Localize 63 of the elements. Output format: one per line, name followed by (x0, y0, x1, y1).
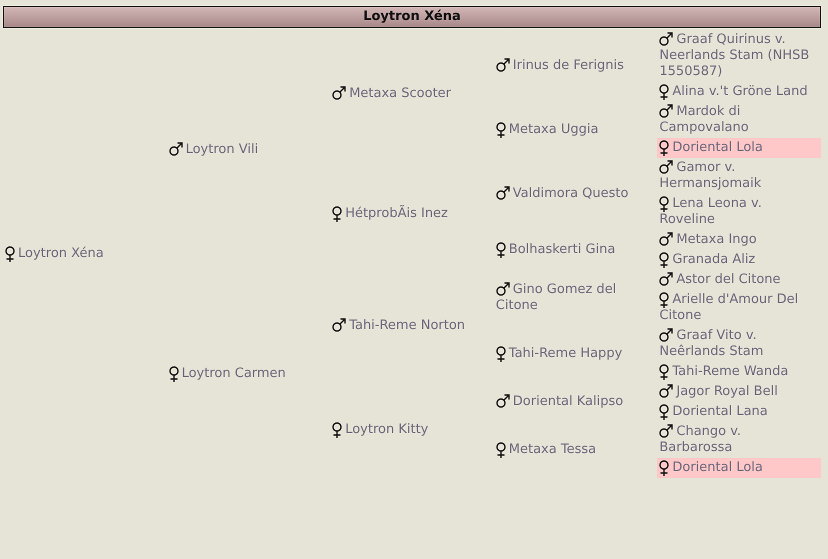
male-icon (659, 328, 674, 342)
female-icon (659, 196, 670, 212)
dog-name[interactable]: Loytron Carmen (168, 366, 322, 382)
dog-name[interactable]: Graaf Quirinus v. Neerlands Stam (NHSB 1550587) (659, 32, 813, 80)
dog-name[interactable]: Gamor v. Hermansjomaik (659, 160, 813, 192)
dog-name[interactable]: Tahi-Reme Happy (496, 346, 650, 362)
dog-name[interactable]: Loytron Kitty (332, 422, 486, 438)
male-icon (659, 32, 674, 46)
dog-name[interactable]: Lena Leona v. Roveline (659, 196, 813, 228)
female-icon (496, 346, 506, 362)
dog-name[interactable]: Gino Gomez del Citone (496, 282, 650, 314)
male-icon (659, 160, 674, 174)
male-icon (496, 394, 510, 408)
male-icon (659, 232, 674, 246)
dog-name[interactable]: Mardok di Campovalano (659, 104, 813, 136)
male-icon (496, 186, 510, 200)
female-icon (659, 364, 670, 380)
male-icon (659, 104, 674, 118)
dog-name[interactable]: Doriental Kalipso (496, 394, 650, 410)
dog-name[interactable]: Doriental Lola (659, 140, 819, 156)
dog-name[interactable]: Tahi-Reme Norton (332, 318, 486, 334)
female-icon (496, 442, 506, 458)
female-icon (659, 404, 670, 420)
dog-name[interactable]: Metaxa Uggia (496, 122, 650, 138)
dog-name[interactable]: Loytron Vili (168, 142, 322, 158)
female-icon (659, 140, 670, 156)
dog-name[interactable]: Doriental Lola (659, 460, 819, 476)
dog-name[interactable]: Alina v.'t Gröne Land (659, 84, 813, 100)
female-icon (659, 292, 670, 308)
male-icon (496, 282, 510, 296)
dog-name[interactable]: Doriental Lana (659, 404, 813, 420)
female-icon (168, 366, 179, 382)
dog-name[interactable]: Metaxa Tessa (496, 442, 650, 458)
dog-name[interactable]: Valdimora Questo (496, 186, 650, 202)
male-icon (659, 424, 674, 438)
dog-title: Loytron Xéna (363, 9, 461, 24)
female-icon (332, 422, 342, 438)
female-icon (332, 206, 342, 222)
male-icon (659, 384, 674, 398)
female-icon (5, 246, 15, 262)
dog-name[interactable]: Astor del Citone (659, 272, 813, 288)
dog-name[interactable]: Arielle d'Amour Del Citone (659, 292, 813, 324)
male-icon (332, 86, 346, 100)
male-icon (168, 142, 183, 156)
male-icon (496, 58, 510, 72)
female-icon (659, 460, 670, 476)
dog-name[interactable]: Granada Aliz (659, 252, 813, 268)
dog-name[interactable]: Graaf Vito v. Neêrlands Stam (659, 328, 813, 360)
dog-name[interactable]: Metaxa Ingo (659, 232, 813, 248)
female-icon (659, 84, 670, 100)
dog-name[interactable]: Metaxa Scooter (332, 86, 486, 102)
female-icon (496, 242, 506, 258)
dog-name[interactable]: HétprobÃis Inez (332, 206, 486, 222)
dog-name[interactable]: Tahi-Reme Wanda (659, 364, 813, 380)
male-icon (332, 318, 346, 332)
dog-name[interactable]: Bolhaskerti Gina (496, 242, 650, 258)
dog-name[interactable]: Chango v. Barbarossa (659, 424, 813, 456)
dog-name[interactable]: Irinus de Ferignis (496, 58, 650, 74)
female-icon (496, 122, 506, 138)
female-icon (659, 252, 670, 268)
dog-name[interactable]: Jagor Royal Bell (659, 384, 813, 400)
dog-name[interactable]: Loytron Xéna (5, 246, 159, 262)
male-icon (659, 272, 674, 286)
